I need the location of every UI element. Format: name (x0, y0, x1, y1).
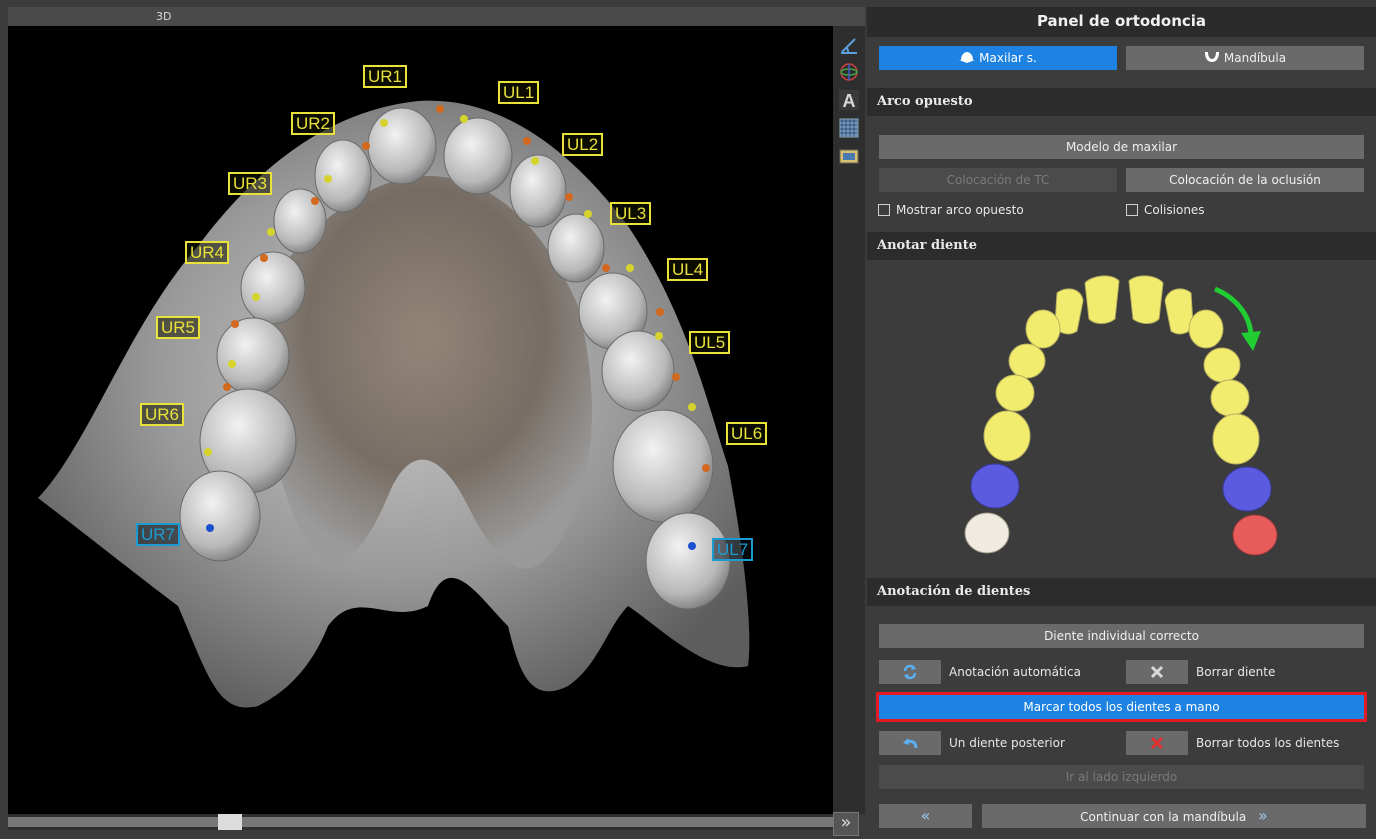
tooth-label-ur2[interactable]: UR2 (291, 112, 336, 135)
refresh-icon (903, 664, 917, 680)
expand-panel-button[interactable]: » (833, 812, 859, 836)
orthodontics-panel: Panel de ortodoncia Maxilar s. Mandíbula… (867, 7, 1376, 839)
delete-tooth-label: Borrar diente (1196, 665, 1276, 679)
tooth-ul6 (983, 410, 1031, 462)
viewport-header: 3D (8, 7, 865, 26)
tooth-ur6 (1212, 413, 1260, 465)
undo-icon (903, 738, 918, 749)
tooth-label-ur3[interactable]: UR3 (228, 172, 273, 195)
tooth-label-ul1[interactable]: UL1 (498, 81, 540, 104)
3d-viewport[interactable]: UR1 UL1 UR2 UL2 UR3 UL3 UR4 UL4 UR5 UL5 … (8, 26, 833, 814)
delete-tooth-button[interactable] (1126, 660, 1188, 684)
tooth-ur8 (1232, 514, 1278, 556)
tab-upper-jaw-label: Maxilar s. (979, 51, 1037, 65)
tooth-ur1 (1128, 275, 1164, 324)
grid-icon[interactable] (837, 116, 861, 140)
collisions-label: Colisiones (1144, 203, 1205, 217)
tooth-ur3 (1188, 309, 1224, 349)
dental-model-render (38, 100, 750, 708)
continue-mandible-button[interactable]: Continuar con la mandíbula » (982, 804, 1366, 828)
show-opposite-arch-checkbox[interactable]: Mostrar arco opuesto (878, 201, 1024, 219)
tooth-ul3 (1025, 309, 1061, 349)
tab-upper-jaw[interactable]: Maxilar s. (879, 46, 1117, 70)
tooth-ul1 (1084, 275, 1120, 324)
screenshot-icon[interactable] (837, 144, 861, 168)
panel-title: Panel de ortodoncia (867, 7, 1376, 37)
upper-jaw-icon (959, 47, 976, 71)
previous-tooth-label: Un diente posterior (949, 736, 1065, 750)
measure-icon[interactable] (837, 34, 861, 58)
tooth-label-ul6[interactable]: UL6 (726, 422, 768, 445)
tooth-label-ur1[interactable]: UR1 (363, 65, 408, 88)
tooth-label-ul2[interactable]: UL2 (562, 133, 604, 156)
tooth-label-ul5[interactable]: UL5 (689, 331, 731, 354)
go-left-side-button[interactable]: Ir al lado izquierdo (879, 765, 1364, 789)
previous-tooth-button[interactable] (879, 731, 941, 755)
delete-all-teeth-button[interactable] (1126, 731, 1188, 755)
correct-single-tooth-button[interactable]: Diente individual correcto (879, 624, 1364, 648)
tooth-label-ul7[interactable]: UL7 (712, 538, 754, 561)
tooth-ur7 (1222, 466, 1272, 512)
checkbox-box[interactable] (878, 204, 890, 216)
orientation-icon[interactable] (837, 60, 861, 84)
section-opposite-arch: Arco opuesto (867, 88, 1376, 116)
tooth-chart[interactable] (867, 261, 1376, 574)
dental-arch-diagram (964, 275, 1278, 556)
svg-text:A: A (843, 91, 856, 111)
section-annotate-tooth: Anotar diente (867, 232, 1376, 260)
tab-lower-jaw-label: Mandíbula (1223, 51, 1287, 65)
auto-annotation-label: Anotación automática (949, 665, 1081, 679)
back-button[interactable]: « (879, 804, 972, 828)
tooth-label-ur4[interactable]: UR4 (185, 241, 230, 264)
delete-all-teeth-label: Borrar todos los dientes (1196, 736, 1340, 750)
tooth-ur5 (1210, 379, 1250, 417)
auto-annotation-button[interactable] (879, 660, 941, 684)
maxilla-model-button[interactable]: Modelo de maxilar (879, 135, 1364, 159)
section-tooth-annotation: Anotación de dientes (867, 578, 1376, 606)
tab-lower-jaw[interactable]: Mandíbula (1126, 46, 1364, 70)
lower-jaw-icon (1204, 47, 1220, 71)
tooth-ul4 (1008, 343, 1046, 379)
tooth-ur4 (1203, 347, 1241, 383)
viewport-title: 3D (156, 10, 172, 23)
slider-track[interactable] (8, 817, 833, 827)
tooth-label-ul3[interactable]: UL3 (610, 202, 652, 225)
view-toolbar: A (833, 26, 865, 814)
red-close-icon (1150, 736, 1164, 750)
tooth-label-ur6[interactable]: UR6 (140, 403, 185, 426)
tooth-label-ur5[interactable]: UR5 (156, 316, 201, 339)
close-icon (1150, 665, 1164, 679)
ct-placement-button[interactable]: Colocación de TC (879, 168, 1117, 192)
mark-all-teeth-manually-button[interactable]: Marcar todos los dientes a mano (876, 692, 1367, 722)
annotation-text-icon[interactable]: A (837, 88, 861, 112)
tooth-ul5 (995, 374, 1035, 412)
continue-mandible-label: Continuar con la mandíbula (1080, 810, 1247, 824)
collisions-checkbox[interactable]: Colisiones (1126, 201, 1205, 219)
tooth-label-ul4[interactable]: UL4 (667, 258, 709, 281)
tooth-label-ur7[interactable]: UR7 (136, 523, 181, 546)
show-opposite-arch-label: Mostrar arco opuesto (896, 203, 1024, 217)
checkbox-box[interactable] (1126, 204, 1138, 216)
forward-icon: » (1258, 806, 1268, 825)
app-window: 3D UR1 UL1 UR2 UL2 UR3 UL3 UR4 UL4 UR5 U… (0, 0, 1376, 839)
tooth-ul7 (970, 463, 1020, 509)
viewport-slider[interactable] (8, 814, 833, 830)
occlusion-placement-button[interactable]: Colocación de la oclusión (1126, 168, 1364, 192)
slider-thumb[interactable] (218, 814, 242, 830)
tooth-ul8 (964, 512, 1010, 554)
